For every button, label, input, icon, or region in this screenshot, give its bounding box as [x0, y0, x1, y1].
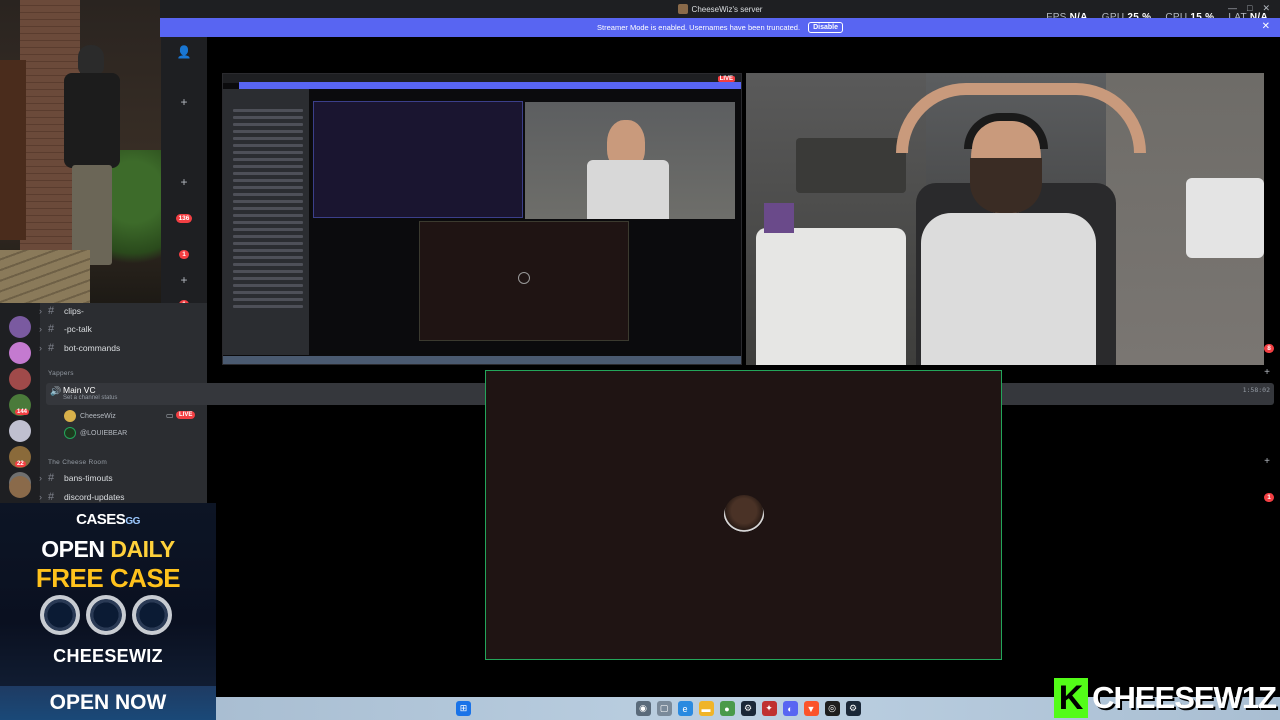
ad-cta: OPEN NOW [0, 686, 216, 720]
kick-watermark: K CHEESEW1Z [1054, 676, 1277, 720]
category-cheese-room[interactable]: The Cheese Room [48, 459, 107, 466]
unread-badge: 136 [161, 209, 207, 223]
voice-member[interactable]: @LOUIEBEAR [64, 426, 127, 440]
task-view-icon[interactable]: ▢ [656, 701, 672, 716]
guild-icon[interactable] [9, 342, 31, 364]
guild-icon[interactable] [9, 420, 31, 442]
close-icon[interactable]: ✕ [1262, 21, 1270, 32]
door [0, 60, 26, 240]
sponsor-ad: CASESGG OPEN DAILY FREE CASE CHEESEWIZ O… [0, 503, 216, 720]
unread-badge: 8 [1264, 343, 1274, 353]
dresser [796, 138, 906, 193]
shirt [921, 213, 1096, 365]
webcam-person [60, 45, 120, 285]
nested-voice-tile [419, 221, 629, 341]
streamer-webcam [0, 0, 161, 303]
kick-logo-icon: K [1054, 678, 1089, 718]
voice-member[interactable]: CheeseWiz [64, 409, 116, 423]
unread-badge: 1 [1264, 492, 1274, 502]
discord-icon[interactable]: ◐ [782, 701, 798, 716]
disable-streamer-mode-button[interactable]: Disable [808, 22, 843, 33]
speaker-icon: 🔊 [50, 386, 62, 396]
avatar [724, 495, 764, 535]
watch-images [40, 595, 176, 641]
add-friend-icon[interactable]: 👤 [161, 45, 207, 59]
voice-timer: 1:58:02 [1242, 386, 1270, 394]
nested-camera [525, 102, 735, 219]
category-yappers[interactable]: Yappers [48, 370, 74, 377]
channel-name: CHEESEW1Z [1092, 680, 1277, 715]
banner-text: Streamer Mode is enabled. Usernames have… [597, 23, 801, 32]
ad-headline: OPEN DAILY [41, 536, 175, 562]
hash-icon: # [48, 305, 55, 317]
hash-icon: # [48, 491, 55, 503]
window-title: CheeseWiz's server [691, 4, 763, 14]
nested-stream [313, 101, 523, 218]
bed [756, 228, 906, 365]
camera-icon: ▭ [166, 411, 174, 420]
create-channel-icon[interactable]: + [1264, 367, 1270, 378]
plus-icon[interactable]: + [161, 273, 207, 287]
voice-participant-tile[interactable] [485, 370, 1002, 660]
guild-badge: 22 [15, 461, 26, 467]
edge-icon[interactable]: e [677, 701, 693, 716]
brave-icon[interactable]: ▼ [803, 701, 819, 716]
guild-icon[interactable] [9, 368, 31, 390]
live-badge: LIVE [717, 76, 735, 82]
bench [0, 250, 90, 303]
avatar [64, 410, 76, 422]
server-icon [677, 4, 688, 14]
box [764, 203, 794, 233]
beard [970, 158, 1042, 213]
streamer-mode-banner: Streamer Mode is enabled. Usernames have… [160, 18, 1280, 37]
hash-icon: # [48, 323, 55, 335]
app-icon[interactable]: ◉ [635, 701, 651, 716]
guild-list: 144 22 [0, 303, 40, 503]
file-explorer-icon[interactable]: ▬ [698, 701, 714, 716]
unread-badge: 1 [161, 245, 207, 259]
guild-icon[interactable] [9, 316, 31, 338]
obs-icon[interactable]: ◎ [824, 701, 840, 716]
plus-icon[interactable]: + [161, 175, 207, 189]
guild-badge: 144 [15, 409, 30, 415]
clothes [1186, 178, 1264, 258]
channel-status[interactable]: Set a channel status [63, 395, 117, 401]
app-icon[interactable]: ✦ [761, 701, 777, 716]
chrome-icon[interactable]: ● [719, 701, 735, 716]
ad-subheadline: FREE CASE [35, 563, 181, 593]
camera-tile[interactable] [746, 73, 1264, 365]
discord-stream-scene: CheeseWiz's server — □ ✕ FPSN/A GPU25 % … [0, 0, 1280, 720]
windows-start-icon[interactable]: ⊞ [456, 701, 471, 716]
screen-share-tile[interactable]: LIVE [222, 73, 742, 365]
ad-brand: CASESGG [76, 511, 140, 528]
hash-icon: # [48, 342, 55, 354]
avatar [64, 427, 76, 439]
live-badge: LIVE [176, 411, 196, 419]
hash-icon: # [48, 472, 55, 484]
ad-code: CHEESEWIZ [53, 646, 163, 666]
plus-icon[interactable]: + [161, 95, 207, 109]
steam-icon[interactable]: ⚙ [845, 701, 861, 716]
guild-icon[interactable] [9, 476, 31, 498]
steam-icon[interactable]: ⚙ [740, 701, 756, 716]
create-channel-icon[interactable]: + [1264, 456, 1270, 467]
